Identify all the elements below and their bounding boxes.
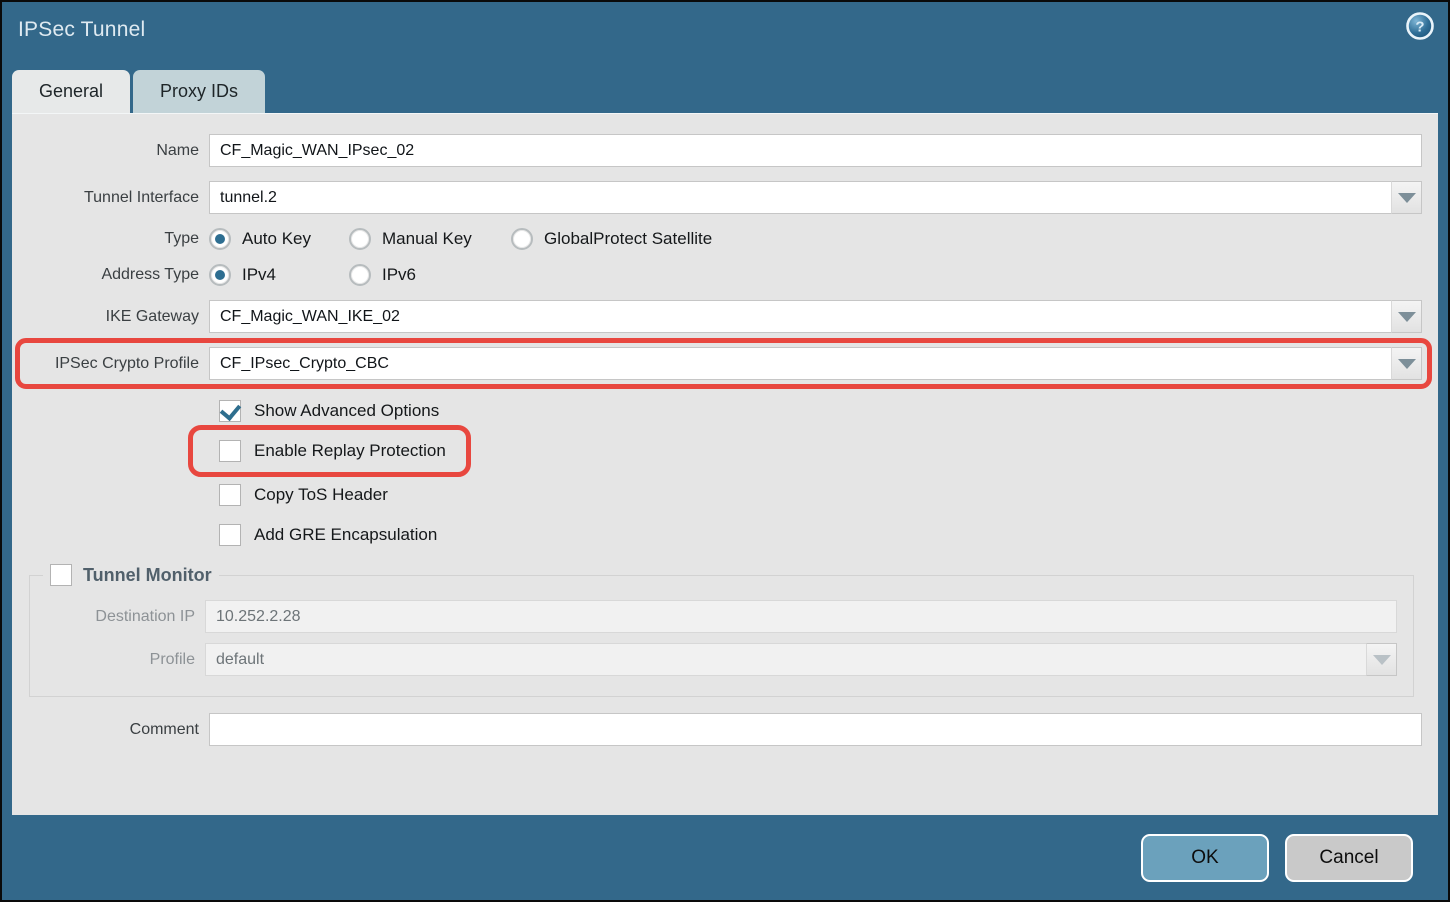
radio-globalprotect-satellite-label: GlobalProtect Satellite (544, 229, 712, 249)
copy-tos-header-row: Copy ToS Header (219, 484, 1438, 506)
profile-input (205, 643, 1397, 676)
radio-button-icon[interactable] (349, 264, 371, 286)
ipsec-crypto-profile-label: IPSec Crypto Profile (12, 355, 209, 373)
help-question-icon[interactable]: ? (1406, 12, 1434, 40)
comment-input[interactable] (209, 713, 1422, 746)
tab-bar: General Proxy IDs (2, 64, 1448, 113)
chevron-down-icon (1398, 193, 1416, 203)
ike-gateway-label: IKE Gateway (12, 308, 209, 326)
destination-ip-label: Destination IP (30, 608, 205, 626)
radio-button-icon[interactable] (349, 228, 371, 250)
radio-ipv6[interactable]: IPv6 (349, 264, 511, 286)
tab-general[interactable]: General (12, 70, 130, 113)
svg-text:?: ? (1415, 19, 1424, 36)
tab-proxy-ids[interactable]: Proxy IDs (133, 70, 265, 113)
destination-ip-row: Destination IP (30, 600, 1397, 633)
dialog-footer: OK Cancel (2, 815, 1448, 900)
cancel-button[interactable]: Cancel (1285, 834, 1413, 882)
tunnel-monitor-label: Tunnel Monitor (83, 565, 212, 586)
tunnel-interface-row: Tunnel Interface (12, 181, 1422, 214)
radio-button-icon[interactable] (511, 228, 533, 250)
radio-ipv4[interactable]: IPv4 (209, 264, 349, 286)
type-radio-group: Auto Key Manual Key GlobalProtect Satell… (209, 228, 1422, 250)
ipsec-crypto-profile-dropdown-button[interactable] (1391, 347, 1422, 380)
radio-auto-key[interactable]: Auto Key (209, 228, 349, 250)
ike-gateway-input[interactable] (209, 300, 1422, 333)
radio-button-icon[interactable] (209, 228, 231, 250)
chevron-down-icon (1373, 655, 1391, 665)
radio-globalprotect-satellite[interactable]: GlobalProtect Satellite (511, 228, 712, 250)
profile-row: Profile (30, 643, 1397, 676)
checkbox-icon[interactable] (219, 524, 241, 546)
type-label: Type (12, 230, 209, 248)
checkbox-icon[interactable] (219, 484, 241, 506)
checkbox-icon[interactable] (219, 440, 241, 462)
radio-auto-key-label: Auto Key (242, 229, 311, 249)
ipsec-crypto-profile-row: IPSec Crypto Profile (12, 347, 1422, 380)
tunnel-monitor-fieldset: Tunnel Monitor Destination IP Profile (29, 564, 1414, 697)
name-label: Name (12, 142, 209, 160)
radio-ipv4-label: IPv4 (242, 265, 276, 285)
tunnel-monitor-legend[interactable]: Tunnel Monitor (43, 564, 219, 586)
address-type-radio-group: IPv4 IPv6 (209, 264, 1422, 286)
radio-button-icon[interactable] (209, 264, 231, 286)
name-row: Name (12, 134, 1422, 167)
radio-ipv6-label: IPv6 (382, 265, 416, 285)
show-advanced-options-option[interactable]: Show Advanced Options (219, 400, 439, 422)
destination-ip-input (205, 600, 1397, 633)
enable-replay-protection-row: Enable Replay Protection (219, 440, 1438, 462)
dialog-titlebar: IPSec Tunnel ? (2, 2, 1448, 64)
add-gre-encapsulation-row: Add GRE Encapsulation (219, 524, 1438, 546)
type-row: Type Auto Key Manual Key GlobalProtect S… (12, 228, 1422, 250)
general-tab-panel: Name Tunnel Interface Type Auto Key (12, 113, 1438, 815)
chevron-down-icon (1398, 359, 1416, 369)
name-input[interactable] (209, 134, 1422, 167)
radio-manual-key[interactable]: Manual Key (349, 228, 511, 250)
profile-dropdown-button (1366, 643, 1397, 676)
comment-label: Comment (12, 721, 209, 739)
show-advanced-options-label: Show Advanced Options (254, 401, 439, 421)
profile-label: Profile (30, 651, 205, 669)
dialog-title: IPSec Tunnel (18, 18, 1430, 42)
ipsec-tunnel-dialog: IPSec Tunnel ? General Proxy IDs Na (0, 0, 1450, 902)
comment-row: Comment (12, 713, 1422, 746)
add-gre-encapsulation-option[interactable]: Add GRE Encapsulation (219, 524, 437, 546)
tunnel-interface-input[interactable] (209, 181, 1422, 214)
copy-tos-header-option[interactable]: Copy ToS Header (219, 484, 388, 506)
chevron-down-icon (1398, 312, 1416, 322)
ike-gateway-row: IKE Gateway (12, 300, 1422, 333)
address-type-row: Address Type IPv4 IPv6 (12, 264, 1422, 286)
enable-replay-protection-option[interactable]: Enable Replay Protection (219, 440, 446, 462)
copy-tos-header-label: Copy ToS Header (254, 485, 388, 505)
address-type-label: Address Type (12, 266, 209, 284)
tunnel-interface-label: Tunnel Interface (12, 189, 209, 207)
show-advanced-options-row: Show Advanced Options (219, 400, 1438, 422)
ipsec-crypto-profile-input[interactable] (209, 347, 1422, 380)
enable-replay-protection-label: Enable Replay Protection (254, 441, 446, 461)
checkbox-icon[interactable] (50, 564, 72, 586)
ike-gateway-dropdown-button[interactable] (1391, 300, 1422, 333)
radio-manual-key-label: Manual Key (382, 229, 472, 249)
ok-button[interactable]: OK (1141, 834, 1269, 882)
tunnel-interface-dropdown-button[interactable] (1391, 181, 1422, 214)
checkbox-icon[interactable] (219, 400, 241, 422)
add-gre-encapsulation-label: Add GRE Encapsulation (254, 525, 437, 545)
